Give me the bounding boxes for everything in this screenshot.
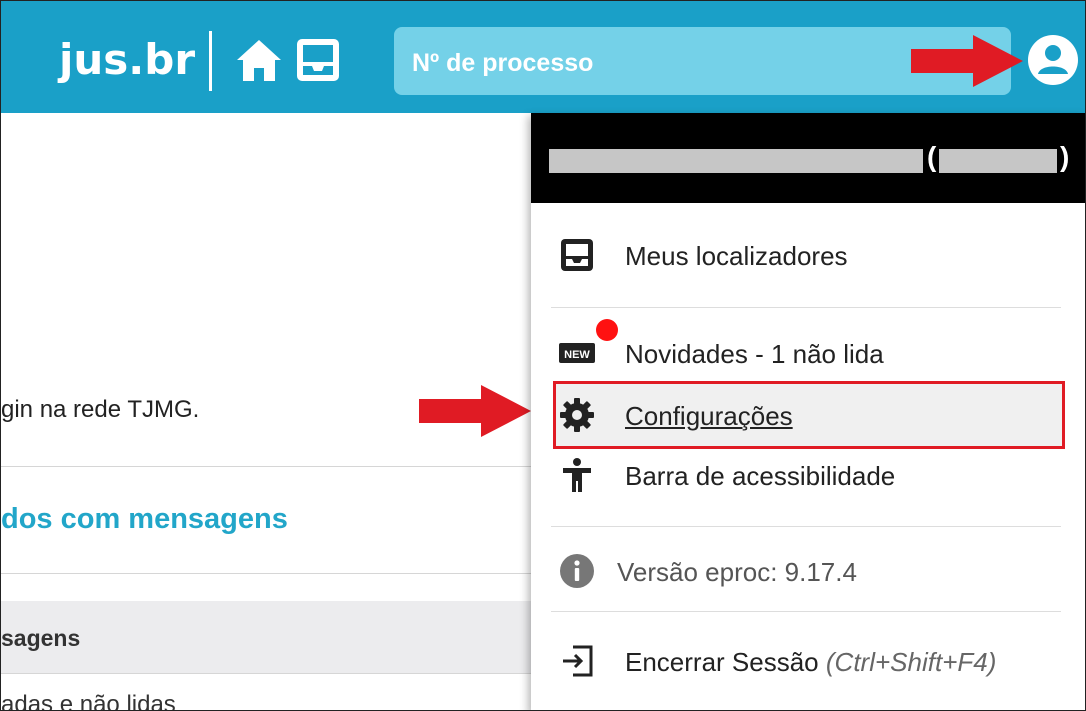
menu-item-label: Barra de acessibilidade <box>625 461 896 491</box>
info-icon <box>560 554 594 588</box>
new-badge-icon: NEW <box>559 343 595 363</box>
gear-icon <box>560 398 594 432</box>
menu-item-label: Meus localizadores <box>625 241 848 271</box>
home-icon[interactable] <box>234 37 284 85</box>
user-circle-icon[interactable] <box>1026 33 1080 87</box>
redacted-user-id <box>939 149 1057 173</box>
menu-item-acessibilidade[interactable]: Barra de acessibilidade <box>531 447 1085 503</box>
svg-text:NEW: NEW <box>564 349 590 361</box>
table-header-label: sagens <box>1 625 81 651</box>
version-label: Versão eproc: 9.17.4 <box>617 557 857 587</box>
user-menu-dropdown: ( ) Meus localizadores NEW Novidades - 1… <box>531 113 1085 710</box>
divider <box>1 466 531 467</box>
logout-label: Encerrar Sessão <box>625 647 819 677</box>
menu-separator <box>551 526 1061 527</box>
divider <box>1 573 531 574</box>
search-placeholder: Nº de processo <box>412 49 594 77</box>
menu-item-configuracoes[interactable]: Configurações <box>531 387 1085 443</box>
accessibility-icon <box>563 458 591 492</box>
user-info-header: ( ) <box>531 113 1085 203</box>
menu-item-label: Configurações <box>625 401 793 431</box>
redacted-username <box>549 149 923 173</box>
unread-dot-icon <box>596 319 618 341</box>
table-row-label[interactable]: adas e não lidas <box>1 691 176 710</box>
messages-heading[interactable]: dos com mensagens <box>1 503 288 536</box>
annotation-arrow-right <box>419 385 531 437</box>
top-navbar: jus.br Nº de processo <box>1 1 1085 113</box>
screenshot-frame: jus.br Nº de processo gin na rede TJMG. … <box>0 0 1086 711</box>
version-info: Versão eproc: 9.17.4 <box>531 543 1085 599</box>
menu-item-meus-localizadores[interactable]: Meus localizadores <box>531 227 1085 283</box>
user-id-close-paren: ) <box>1060 141 1070 172</box>
logo-divider <box>209 31 212 91</box>
logout-icon <box>563 645 593 677</box>
menu-item-label: Novidades - 1 não lida <box>625 339 884 369</box>
menu-item-encerrar-sessao[interactable]: Encerrar Sessão (Ctrl+Shift+F4) <box>531 633 1085 689</box>
user-id-open-paren: ( <box>927 141 937 172</box>
login-message: gin na rede TJMG. <box>1 396 200 423</box>
annotation-arrow-right <box>911 35 1023 87</box>
messages-table-header: sagens <box>1 601 531 674</box>
inbox-icon <box>561 239 593 271</box>
menu-separator <box>551 611 1061 612</box>
keyboard-shortcut: (Ctrl+Shift+F4) <box>825 647 997 677</box>
logo[interactable]: jus.br <box>59 35 195 84</box>
menu-item-label: Encerrar Sessão (Ctrl+Shift+F4) <box>625 647 996 678</box>
menu-separator <box>551 307 1061 308</box>
inbox-icon[interactable] <box>293 35 343 85</box>
